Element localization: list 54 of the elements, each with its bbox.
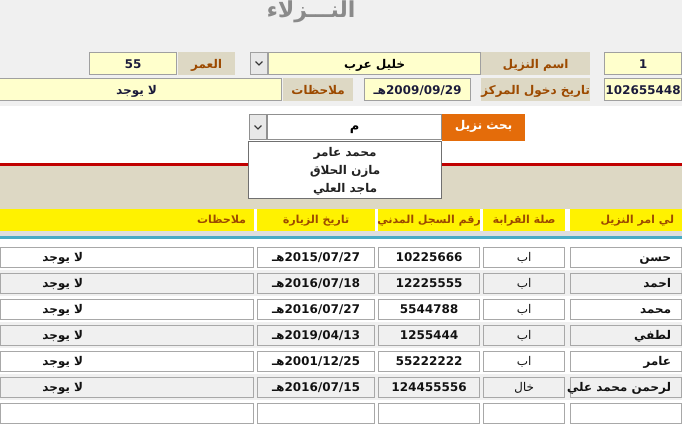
table-cell: محمد: [570, 298, 682, 320]
field-label: تاريخ دخول المركز: [481, 78, 590, 101]
table-cell: عامر: [570, 350, 682, 372]
input-field[interactable]: لا يوجد: [0, 78, 282, 101]
form-title: النـــزلاء: [266, 0, 356, 22]
input-field[interactable]: 1: [604, 52, 682, 75]
table-cell: اب: [483, 298, 565, 320]
table-cell: لا يوجد: [0, 298, 254, 320]
table-cell: خال: [483, 376, 565, 398]
table-cell: اب: [483, 246, 565, 268]
column-header: لي امر النزيل: [570, 209, 682, 231]
table-cell: 5544788: [378, 298, 480, 320]
table-cell: 2001/12/25هـ: [257, 350, 375, 372]
column-header: رقم السجل المدني: [378, 209, 480, 231]
input-field[interactable]: 55: [89, 52, 177, 75]
table-cell: 12225555: [378, 272, 480, 294]
table-cell: لطفي: [570, 324, 682, 346]
field-label: العمر: [178, 52, 235, 75]
dropdown-button[interactable]: [250, 52, 268, 75]
column-header: ملاحظات: [0, 209, 254, 231]
table-cell: اب: [483, 350, 565, 372]
caret-icon: [255, 61, 263, 66]
table-cell: اب: [483, 324, 565, 346]
table-cell: 55222222: [378, 350, 480, 372]
table-cell: 2016/07/18هـ: [257, 272, 375, 294]
table-cell: 2016/07/15هـ: [257, 376, 375, 398]
dropdown-option[interactable]: محمد عامر: [249, 143, 441, 161]
name-combo-field[interactable]: خليل عرب: [268, 52, 481, 75]
table-cell: لا يوجد: [0, 376, 254, 398]
table-cell: لا يوجد: [0, 272, 254, 294]
dropdown-option[interactable]: ماجد العلي: [249, 179, 441, 197]
caret-icon: [254, 124, 262, 130]
input-field[interactable]: 102655448: [604, 78, 682, 101]
table-cell: 2019/04/13هـ: [257, 324, 375, 346]
table-cell: لرحمن محمد علي: [570, 376, 682, 398]
table-cell: 2016/07/27هـ: [257, 298, 375, 320]
field-label: ملاحظات: [283, 78, 353, 101]
table-cell: 1255444: [378, 324, 480, 346]
column-header: صلة القرابة: [483, 209, 565, 231]
table-cell: 2015/07/27هـ: [257, 246, 375, 268]
table-cell: اب: [483, 272, 565, 294]
table-cell: حسن: [570, 246, 682, 268]
table-cell: لا يوجد: [0, 324, 254, 346]
table-cell: 10225666: [378, 246, 480, 268]
field-label: اسم النزيل: [481, 52, 590, 75]
dropdown-option[interactable]: مازن الحلاق: [249, 161, 441, 179]
table-cell: 124455556: [378, 376, 480, 398]
table-cell: لا يوجد: [0, 246, 254, 268]
input-field[interactable]: 2009/09/29هـ: [364, 78, 471, 101]
search-combo-field[interactable]: م: [267, 114, 442, 140]
dropdown-button[interactable]: [249, 114, 267, 140]
table-cell: احمد: [570, 272, 682, 294]
column-header: تاريخ الزيارة: [257, 209, 375, 231]
table-cell: لا يوجد: [0, 350, 254, 372]
